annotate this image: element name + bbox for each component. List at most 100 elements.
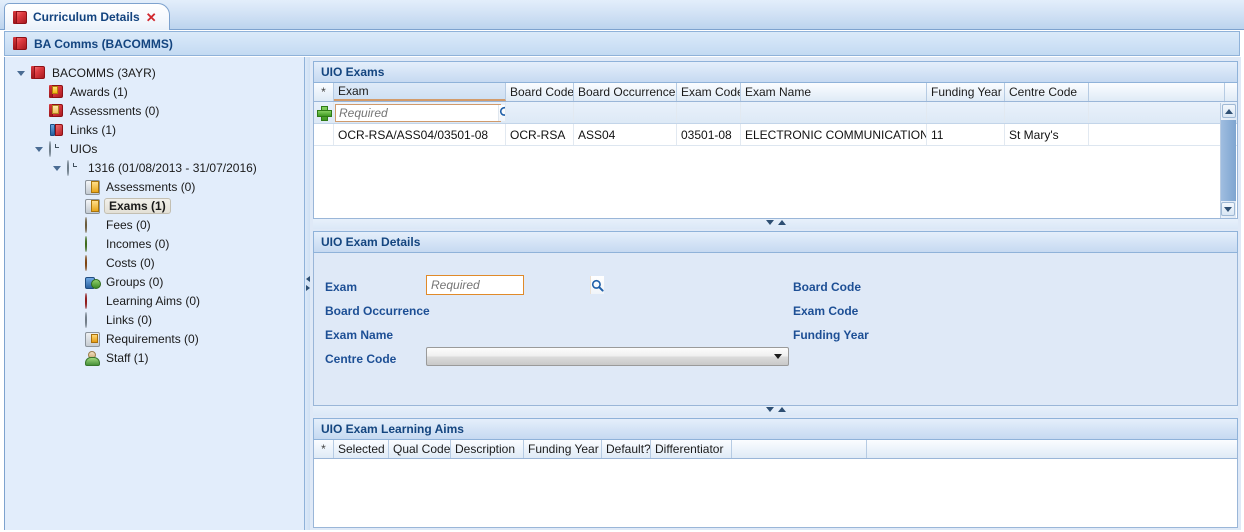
uio-exams-header: UIO Exams [313,61,1238,83]
exams-filter-cell[interactable] [1089,102,1225,123]
cell-exam_name[interactable]: ELECTRONIC COMMUNICATIONS [741,124,927,145]
horizontal-splitter-top[interactable] [313,219,1238,229]
exams-col-header--[interactable]: * [314,83,334,101]
cell-blank[interactable] [1089,124,1225,145]
scroll-down-arrow[interactable] [1221,202,1235,216]
scroll-up-arrow[interactable] [1221,104,1236,118]
tree-item-1316-01-08-2013-31-07-2016[interactable]: 1316 (01/08/2013 - 31/07/2016) [5,158,304,177]
tree-item-label: Fees (0) [106,217,151,232]
aims-col-header-qual-code[interactable]: Qual Code [389,440,451,458]
uio-exam-learning-aims-title: UIO Exam Learning Aims [321,422,464,436]
uio-exams-grid[interactable]: * Exam Board Code Board Occurrence Exam Code… [313,83,1238,219]
label-exam: Exam [325,280,358,294]
tree-item-label: UIOs [70,141,98,156]
aims-col-header--[interactable]: * [314,440,334,458]
uio-exams-scrollbar[interactable] [1220,103,1236,218]
tree-item-requirements-0[interactable]: Requirements (0) [5,329,304,348]
chevron-down-icon [774,354,782,359]
exams-col-header-board-code[interactable]: Board Code [506,83,574,101]
exams-filter-cell[interactable] [741,102,927,123]
aims-col-header-funding-year[interactable]: Funding Year [524,440,602,458]
cell-funding_year[interactable]: 11 [927,124,1005,145]
cell-star[interactable] [314,124,334,145]
tree-item-label: Exams (1) [104,197,171,214]
label-funding-year: Funding Year [793,328,869,342]
exams-col-header-blank[interactable] [1089,83,1225,101]
exams-col-header-exam-code[interactable]: Exam Code [677,83,741,101]
uio-exams-rows[interactable]: OCR-RSA/ASS04/03501-08 OCR-RSA ASS04 03501-… [314,124,1237,146]
record-caption-bar: BA Comms (BACOMMS) [4,31,1240,56]
tree-item-assessments-0[interactable]: Assessments (0) [5,177,304,196]
exams-filter-cell[interactable] [574,102,677,123]
expand-collapse-icon[interactable] [33,143,45,155]
aims-col-header-description[interactable]: Description [451,440,524,458]
label-centre-code: Centre Code [325,352,397,366]
tree-item-groups-0[interactable]: Groups (0) [5,272,304,291]
exams-col-header-exam[interactable]: Exam [334,83,506,101]
expand-collapse-icon[interactable] [15,67,27,79]
table-row[interactable]: OCR-RSA/ASS04/03501-08 OCR-RSA ASS04 03501-… [314,124,1237,146]
exams-col-header-exam-name[interactable]: Exam Name [741,83,927,101]
exams-filter-cell[interactable] [1005,102,1089,123]
cell-exam[interactable]: OCR-RSA/ASS04/03501-08 [334,124,506,145]
plus-icon[interactable] [317,106,332,121]
close-icon[interactable]: ✕ [146,11,157,24]
centre-code-combo[interactable] [426,347,789,366]
aims-col-header-default?[interactable]: Default? [602,440,651,458]
uio-exams-new-row[interactable] [314,102,1237,124]
tree-item-uios[interactable]: UIOs [5,139,304,158]
tree-item-awards-1[interactable]: Awards (1) [5,82,304,101]
aims-col-header-selected[interactable]: Selected [334,440,389,458]
exams-filter-cell[interactable] [506,102,574,123]
tree-item-exams-1[interactable]: Exams (1) [5,196,304,215]
horizontal-splitter-handle[interactable] [765,220,786,225]
exam-filter-cell[interactable] [334,102,506,123]
exams-col-header-centre-code[interactable]: Centre Code [1005,83,1089,101]
tree-item-assessments-0[interactable]: Assessments (0) [5,101,304,120]
clock-icon [67,159,82,176]
requirements-icon [85,332,100,346]
cell-board_occurrence[interactable]: ASS04 [574,124,677,145]
tree-item-incomes-0[interactable]: Incomes (0) [5,234,304,253]
horizontal-splitter-bottom[interactable] [313,406,1238,416]
uio-exam-learning-aims-header: UIO Exam Learning Aims [313,418,1238,440]
exam-filter-field[interactable] [335,103,505,122]
scrollbar-track[interactable] [1221,120,1236,201]
tree-item-label: Links (0) [106,312,153,327]
tree-item-links-0[interactable]: Links (0) [5,310,304,329]
exam-filter-input[interactable] [336,104,498,121]
exams-col-header-board-occurrence[interactable]: Board Occurrence [574,83,677,101]
tab-curriculum-details[interactable]: Curriculum Details ✕ [4,3,170,30]
links-icon [85,311,100,328]
page-title: BA Comms (BACOMMS) [34,36,173,51]
cell-board_code[interactable]: OCR-RSA [506,124,574,145]
tree-item-costs-0[interactable]: Costs (0) [5,253,304,272]
tree-item-learning-aims-0[interactable]: Learning Aims (0) [5,291,304,310]
uio-exam-learning-aims-panel: UIO Exam Learning Aims * Selected Qual Cod… [313,418,1238,528]
tree-item-label: Requirements (0) [106,331,199,346]
search-icon[interactable] [590,276,604,294]
exams-filter-cell[interactable] [677,102,741,123]
cell-centre_code[interactable]: St Mary's [1005,124,1089,145]
aims-col-header-blank[interactable] [732,440,867,458]
tree-item-bacomms-3ayr[interactable]: BACOMMS (3AYR) [5,63,304,82]
horizontal-splitter-handle[interactable] [765,407,786,412]
add-row-icon[interactable] [314,102,334,123]
exams-col-header-funding-year[interactable]: Funding Year [927,83,1005,101]
tree-item-links-1[interactable]: Links (1) [5,120,304,139]
exams-filter-cell[interactable] [927,102,1005,123]
exam-lookup-field[interactable] [426,275,604,295]
exam-input[interactable] [427,276,590,294]
exams-icon [85,199,100,213]
tree-item-label: Links (1) [70,122,117,137]
tree-item-staff-1[interactable]: Staff (1) [5,348,304,367]
uio-exam-learning-aims-grid[interactable]: * Selected Qual Code Description Funding Yea… [313,440,1238,528]
navigation-tree[interactable]: BACOMMS (3AYR) Awards (1) Assessments (0) L… [5,57,305,530]
tree-item-fees-0[interactable]: Fees (0) [5,215,304,234]
search-icon[interactable] [498,104,505,121]
cell-exam_code[interactable]: 03501-08 [677,124,741,145]
expand-collapse-icon[interactable] [51,162,63,174]
aims-col-header-differentiator[interactable]: Differentiator [651,440,732,458]
